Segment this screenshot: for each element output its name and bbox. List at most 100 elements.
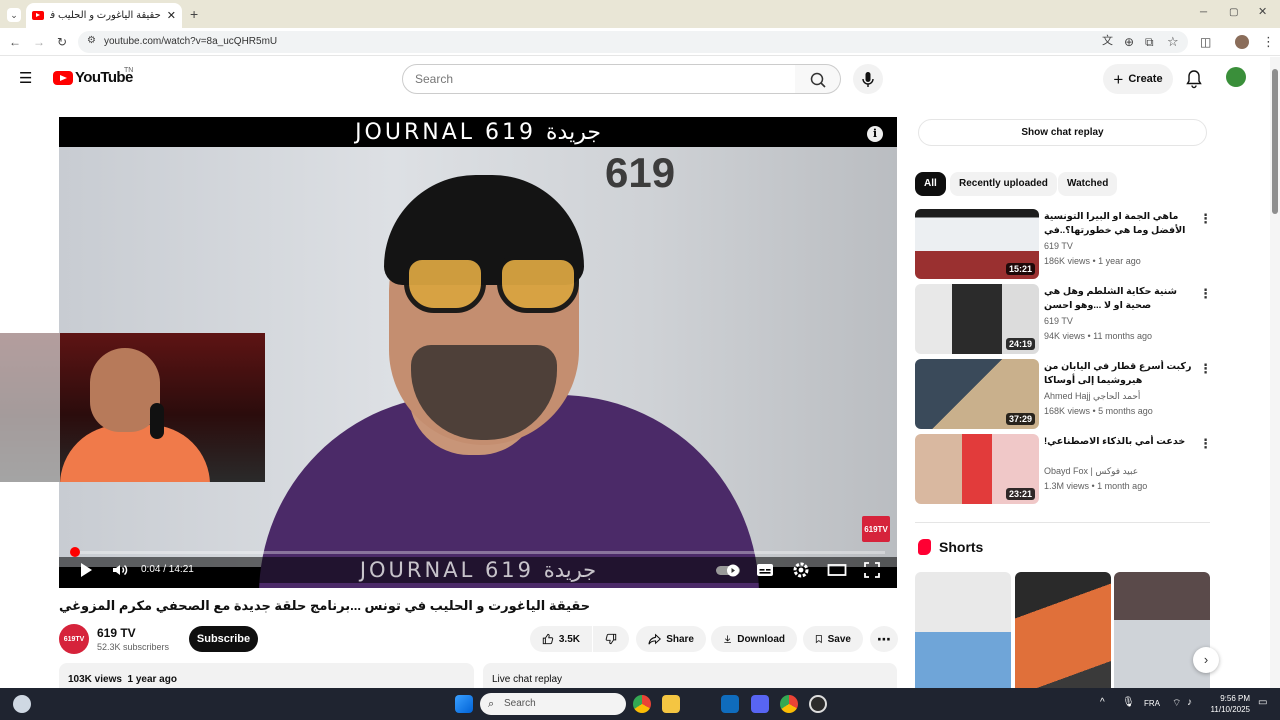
download-button[interactable]: Download — [711, 626, 797, 652]
fullscreen-icon[interactable] — [863, 561, 881, 579]
short-thumbnail[interactable] — [1015, 572, 1111, 692]
filter-chip-watched[interactable]: Watched — [1058, 172, 1118, 196]
recommended-video[interactable]: 23:21 خدعت أمي بالذكاء الاصطناعي! Obayd … — [915, 434, 1212, 504]
recommended-video[interactable]: 15:21 ماهي الجمة او البيرا التونسية الأف… — [915, 209, 1212, 279]
tray-microphone-icon[interactable]: 🎙 — [1122, 697, 1135, 708]
video-thumbnail[interactable]: 15:21 — [915, 209, 1039, 279]
recommended-video[interactable]: 24:19 شنية حكاية الشلطم وهل هي صحية او ل… — [915, 284, 1212, 354]
notifications-bell-icon[interactable] — [1185, 69, 1203, 94]
search-input[interactable] — [402, 64, 796, 94]
bookmark-star-icon[interactable]: ☆ — [1167, 35, 1179, 48]
create-button[interactable]: + Create — [1103, 64, 1173, 94]
maximize-icon[interactable]: ▢ — [1229, 8, 1238, 18]
subscribe-button[interactable]: Subscribe — [189, 626, 258, 652]
dislike-button[interactable] — [593, 626, 629, 652]
shorts-next-arrow-icon[interactable]: › — [1193, 647, 1219, 673]
new-tab-plus-icon[interactable]: + — [190, 7, 198, 21]
video-thumbnail[interactable]: 24:19 — [915, 284, 1039, 354]
more-horizontal-icon: ⋯ — [877, 631, 891, 647]
youtube-logo-icon[interactable] — [53, 71, 73, 85]
volume-icon[interactable] — [111, 561, 129, 579]
short-thumbnail[interactable] — [915, 572, 1011, 692]
recommended-video-meta: 186K views • 1 year ago — [1044, 256, 1141, 266]
site-settings-icon[interactable]: ⚙ — [87, 36, 96, 46]
taskbar-search-box[interactable]: ⌕ Search — [480, 693, 626, 715]
like-button[interactable]: 3.5K — [530, 626, 592, 652]
more-vertical-icon[interactable]: ⋮ — [1199, 286, 1212, 302]
tab-search-chevron-icon[interactable]: ⌄ — [7, 8, 21, 22]
more-vertical-icon[interactable]: ⋮ — [1199, 211, 1212, 227]
share-button[interactable]: Share — [636, 626, 706, 652]
recommended-video-title[interactable]: ركبت أسرع قطار في اليابان من هيروشيما إل… — [1044, 360, 1194, 388]
tray-chevron-up-icon[interactable]: ^ — [1100, 697, 1105, 708]
chrome-taskbar-icon[interactable] — [633, 695, 651, 713]
file-explorer-icon[interactable] — [662, 695, 680, 713]
reload-icon[interactable]: ↻ — [57, 36, 67, 48]
outlook-icon[interactable] — [721, 695, 739, 713]
extensions-icon[interactable]: ◫ — [1200, 36, 1211, 48]
autoplay-toggle[interactable] — [715, 561, 741, 579]
recommended-video-title[interactable]: ماهي الجمة او البيرا التونسية الأفضل وما… — [1044, 210, 1194, 238]
profile-icon[interactable] — [1235, 35, 1249, 49]
obs-icon[interactable] — [809, 695, 827, 713]
save-label: Save — [827, 633, 851, 645]
search-button[interactable] — [795, 64, 841, 94]
recommended-video-channel[interactable]: 619 TV — [1044, 316, 1073, 326]
zoom-icon[interactable]: ⊕ — [1124, 36, 1134, 48]
translate-icon[interactable]: 文 — [1102, 36, 1113, 47]
progress-scrubber-handle[interactable] — [70, 547, 81, 557]
minimize-icon[interactable]: ─ — [1200, 8, 1207, 18]
account-avatar[interactable] — [1226, 67, 1246, 87]
recommended-video-channel[interactable]: 619 TV — [1044, 241, 1073, 251]
play-icon[interactable] — [79, 561, 93, 579]
settings-gear-icon[interactable] — [792, 561, 810, 579]
channel-avatar[interactable]: 619TV — [59, 624, 89, 654]
back-arrow-icon[interactable]: ← — [9, 36, 21, 48]
scrollbar-thumb[interactable] — [1272, 69, 1278, 214]
filter-chip-recently-uploaded[interactable]: Recently uploaded — [950, 172, 1057, 196]
more-vertical-icon[interactable]: ⋮ — [1199, 436, 1212, 452]
theater-mode-icon[interactable] — [827, 561, 847, 579]
wifi-icon[interactable]: ⌔ — [1172, 697, 1181, 710]
video-thumbnail[interactable]: 37:29 — [915, 359, 1039, 429]
video-duration: 23:21 — [1005, 488, 1035, 500]
sidebar-divider — [915, 522, 1210, 523]
discord-icon[interactable] — [751, 695, 769, 713]
notification-center-icon[interactable]: ▭ — [1258, 697, 1267, 708]
voice-search-button[interactable] — [853, 64, 883, 94]
filter-chip-all[interactable]: All — [915, 172, 946, 196]
chrome-profile-icon[interactable] — [780, 695, 798, 713]
tab-close-icon[interactable]: ✕ — [167, 9, 176, 22]
browser-tab[interactable]: حقيقة الياغورت و الحليب في تونس ✕ — [26, 3, 182, 28]
speaker-icon[interactable]: ♪ — [1187, 697, 1192, 708]
recommended-video-channel[interactable]: Ahmed Hajj أحمد الحاجي — [1044, 391, 1140, 402]
create-label: Create — [1128, 73, 1163, 85]
browser-menu-icon[interactable]: ⋮ — [1262, 35, 1275, 48]
recommended-video[interactable]: 37:29 ركبت أسرع قطار في اليابان من هيروش… — [915, 359, 1212, 429]
hamburger-menu-icon[interactable]: ☰ — [19, 71, 32, 86]
recommended-video-channel[interactable]: Obayd Fox | عبيد فوكس — [1044, 466, 1138, 477]
save-button[interactable]: Save — [803, 626, 863, 652]
url-field[interactable]: ⚙ youtube.com/watch?v=8a_ucQHR5mU — [78, 31, 1188, 53]
more-vertical-icon[interactable]: ⋮ — [1199, 361, 1212, 377]
window-close-icon[interactable]: ✕ — [1258, 7, 1267, 18]
recommended-video-title[interactable]: شنية حكاية الشلطم وهل هي صحية او لا ...و… — [1044, 285, 1194, 313]
taskbar-clock[interactable]: 9:56 PM 11/10/2025 — [1200, 693, 1250, 715]
info-icon[interactable]: i — [867, 126, 883, 142]
recommended-video-meta: 168K views • 5 months ago — [1044, 406, 1153, 416]
more-actions-button[interactable]: ⋯ — [870, 626, 898, 652]
forward-arrow-icon[interactable]: → — [33, 36, 45, 48]
weather-widget-icon[interactable] — [13, 695, 31, 713]
cast-icon[interactable]: ⧉ — [1145, 36, 1154, 48]
subtitles-icon[interactable] — [756, 561, 774, 579]
channel-watermark-logo[interactable]: 619TV — [862, 516, 890, 542]
show-chat-replay-button[interactable]: Show chat replay — [918, 119, 1207, 146]
windows-start-icon[interactable] — [455, 695, 473, 713]
video-thumbnail[interactable]: 23:21 — [915, 434, 1039, 504]
recommended-video-title[interactable]: خدعت أمي بالذكاء الاصطناعي! — [1044, 435, 1194, 463]
input-language[interactable]: FRA — [1144, 699, 1160, 708]
channel-name[interactable]: 619 TV — [97, 626, 136, 640]
short-thumbnail[interactable] — [1114, 572, 1210, 692]
page-scrollbar[interactable] — [1270, 57, 1280, 688]
progress-bar[interactable] — [70, 547, 885, 557]
